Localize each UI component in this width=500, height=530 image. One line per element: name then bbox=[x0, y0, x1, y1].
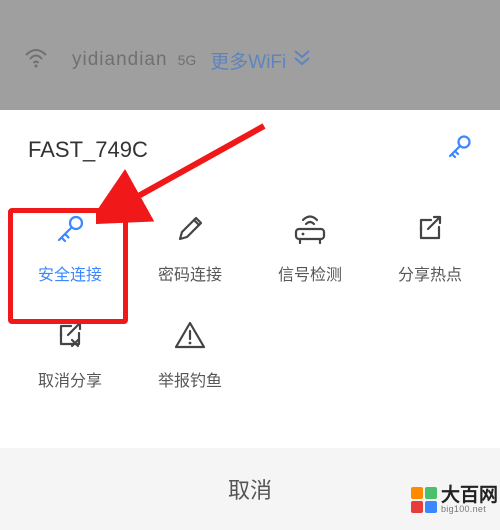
chevrons-down-icon bbox=[292, 49, 312, 72]
background-ssid: yidiandian bbox=[72, 49, 168, 71]
background-5g-badge: 5G bbox=[178, 52, 197, 68]
router-icon bbox=[290, 211, 330, 247]
tile-report-phishing[interactable]: 举报钓鱼 bbox=[130, 301, 250, 407]
tile-password-connect[interactable]: 密码连接 bbox=[130, 195, 250, 301]
tile-label: 安全连接 bbox=[38, 261, 102, 285]
share-out-icon bbox=[413, 211, 447, 247]
action-sheet: FAST_749C 安全连接 密码连接 信号检测 分享热点取消分享 举报钓鱼 取消 bbox=[0, 110, 500, 530]
tile-label: 举报钓鱼 bbox=[158, 367, 222, 391]
warning-icon bbox=[172, 317, 208, 353]
action-grid: 安全连接 密码连接 信号检测 分享热点取消分享 举报钓鱼 bbox=[0, 175, 500, 413]
pencil-icon bbox=[173, 211, 207, 247]
sheet-header: FAST_749C bbox=[0, 110, 500, 175]
tile-label: 密码连接 bbox=[158, 261, 222, 285]
cancel-label: 取消 bbox=[228, 473, 272, 505]
share-cancel-icon bbox=[53, 317, 87, 353]
wifi-icon bbox=[24, 48, 48, 73]
watermark-text: 大百网 bbox=[441, 486, 498, 505]
tile-label: 分享热点 bbox=[398, 261, 462, 285]
sheet-title: FAST_749C bbox=[28, 137, 148, 163]
tile-cancel-share[interactable]: 取消分享 bbox=[10, 301, 130, 407]
tile-signal-check[interactable]: 信号检测 bbox=[250, 195, 370, 301]
tile-label: 信号检测 bbox=[278, 261, 342, 285]
background-wifi-row: yidiandian 5G 更多WiFi bbox=[0, 30, 500, 90]
tile-secure-connect[interactable]: 安全连接 bbox=[10, 195, 130, 301]
watermark: 大百网 big100.net bbox=[411, 486, 498, 514]
key-icon bbox=[446, 134, 472, 165]
watermark-logo bbox=[411, 487, 437, 513]
key-icon bbox=[53, 211, 87, 247]
watermark-url: big100.net bbox=[441, 505, 498, 514]
tile-label: 取消分享 bbox=[38, 367, 102, 391]
modal-dim-backdrop: yidiandian 5G 更多WiFi FAST_749C 安全连接 密码连接 信… bbox=[0, 0, 500, 530]
more-wifi-link: 更多WiFi bbox=[210, 47, 286, 74]
tile-share-hotspot[interactable]: 分享热点 bbox=[370, 195, 490, 301]
